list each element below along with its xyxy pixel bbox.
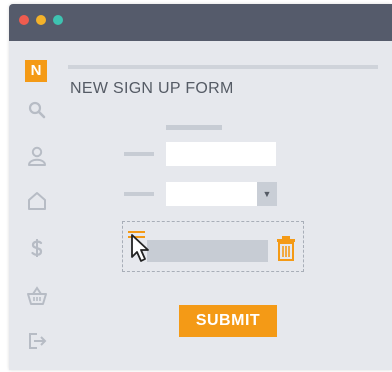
search-icon[interactable] bbox=[25, 98, 49, 122]
minimize-window-button[interactable] bbox=[36, 15, 46, 25]
mouse-pointer-icon bbox=[130, 233, 152, 263]
field-label-placeholder bbox=[124, 152, 154, 156]
user-icon[interactable] bbox=[25, 144, 49, 168]
home-icon[interactable] bbox=[25, 189, 49, 213]
dropdown-select[interactable]: ▼ bbox=[166, 182, 277, 206]
form-heading-placeholder bbox=[166, 125, 222, 130]
basket-icon[interactable] bbox=[25, 284, 49, 308]
trash-icon[interactable] bbox=[276, 235, 296, 261]
logout-icon[interactable] bbox=[25, 329, 49, 353]
title-bar bbox=[9, 4, 392, 41]
header-divider bbox=[68, 65, 378, 69]
field-label-placeholder bbox=[124, 192, 154, 196]
logo-badge[interactable]: N bbox=[25, 60, 47, 82]
chevron-down-icon[interactable]: ▼ bbox=[257, 182, 277, 206]
text-field[interactable] bbox=[166, 142, 276, 166]
app-window: N NEW SIGN UP FORM ▼ SUBMIT bbox=[9, 4, 392, 370]
submit-button[interactable]: SUBMIT bbox=[179, 305, 277, 337]
page-title: NEW SIGN UP FORM bbox=[70, 80, 234, 97]
dragged-field-placeholder[interactable] bbox=[147, 240, 268, 262]
close-window-button[interactable] bbox=[19, 15, 29, 25]
zoom-window-button[interactable] bbox=[53, 15, 63, 25]
dollar-icon[interactable] bbox=[25, 236, 49, 260]
